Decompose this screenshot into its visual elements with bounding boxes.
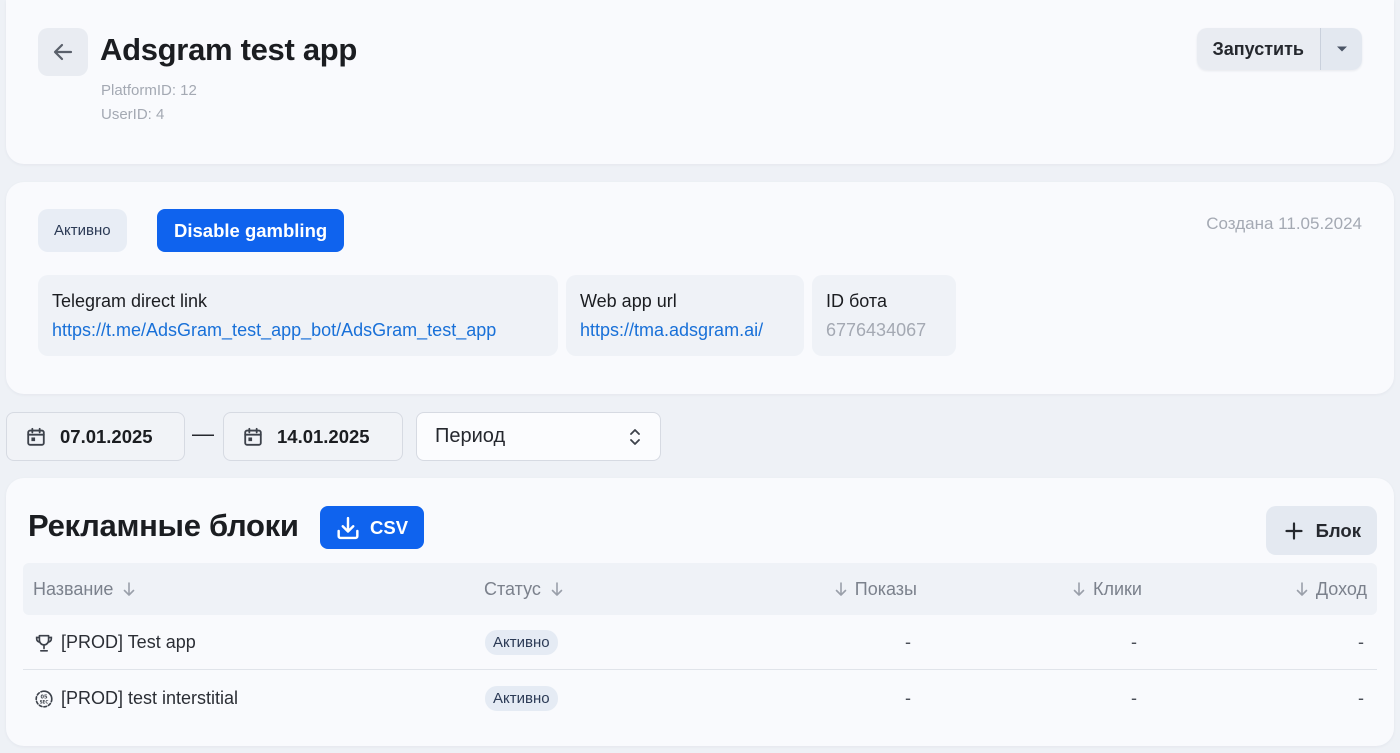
section-title: Рекламные блоки — [28, 508, 299, 543]
status-badge: Активно — [485, 630, 558, 655]
webapp-url-box: Web app url https://tma.adsgram.ai/ — [566, 275, 804, 356]
column-header-shows[interactable]: Показы — [831, 563, 917, 615]
row-shows: - — [905, 632, 911, 652]
bot-id-label: ID бота — [826, 291, 887, 311]
row-name[interactable]: [PROD] test interstitial — [61, 688, 238, 709]
status-badge: Активно — [38, 209, 127, 252]
launch-dropdown-button[interactable] — [1320, 28, 1362, 70]
row-status-cell: Активно — [485, 671, 558, 726]
row-income: - — [1358, 632, 1364, 652]
caret-down-icon — [1336, 46, 1347, 52]
column-header-income[interactable]: Доход — [1292, 563, 1367, 615]
table-header: Название Статус Показы Клики Доход — [23, 563, 1377, 615]
launch-button-group: Запустить — [1196, 28, 1362, 70]
arrow-left-icon — [53, 43, 73, 61]
row-shows: - — [905, 688, 911, 708]
date-from-picker[interactable]: 07.01.2025 — [6, 412, 185, 461]
info-card: Активно Disable gambling Создана 11.05.2… — [6, 182, 1394, 394]
column-header-shows-label: Показы — [854, 578, 917, 599]
header-card: Adsgram test app PlatformID: 12 UserID: … — [6, 0, 1394, 164]
row-income: - — [1358, 688, 1364, 708]
column-header-status-label: Статус — [484, 578, 541, 599]
add-block-label: Блок — [1315, 519, 1361, 541]
calendar-icon — [27, 427, 45, 446]
date-to-picker[interactable]: 14.01.2025 — [223, 412, 403, 461]
timer-5s-icon: 05 SEC — [35, 689, 53, 708]
date-to-value: 14.01.2025 — [277, 425, 370, 447]
back-button[interactable] — [38, 28, 88, 76]
add-block-button[interactable]: Блок — [1265, 506, 1377, 555]
telegram-link-box: Telegram direct link https://t.me/AdsGra… — [38, 275, 558, 356]
page-title: Adsgram test app — [100, 32, 358, 67]
row-name-cell: 05 SEC [PROD] test interstitial — [33, 671, 238, 726]
table-row[interactable]: [PROD] Test app Активно - - - — [23, 615, 1377, 670]
telegram-link[interactable]: https://t.me/AdsGram_test_app_bot/AdsGra… — [52, 320, 544, 341]
calendar-icon — [244, 427, 262, 446]
launch-button[interactable]: Запустить — [1196, 28, 1320, 70]
sort-arrow-down-icon — [124, 582, 135, 596]
sort-arrow-down-icon — [1296, 582, 1308, 596]
column-header-clicks[interactable]: Клики — [1069, 563, 1142, 615]
row-status-cell: Активно — [485, 615, 558, 670]
user-id: UserID: 4 — [101, 106, 165, 123]
status-badge: Активно — [485, 686, 558, 711]
trophy-icon — [35, 634, 53, 652]
column-header-name-label: Название — [33, 578, 114, 599]
column-header-name[interactable]: Название — [33, 563, 139, 615]
ad-blocks-card: Рекламные блоки CSV Блок Название Статус — [6, 478, 1394, 746]
svg-text:SEC: SEC — [40, 699, 49, 704]
date-from-value: 07.01.2025 — [60, 425, 153, 447]
column-header-clicks-label: Клики — [1093, 578, 1142, 599]
webapp-url-label: Web app url — [580, 291, 677, 311]
disable-gambling-button[interactable]: Disable gambling — [157, 209, 345, 252]
webapp-url-link[interactable]: https://tma.adsgram.ai/ — [580, 320, 790, 341]
period-select-value: Период — [435, 425, 506, 447]
platform-id: PlatformID: 12 — [101, 82, 197, 99]
row-clicks: - — [1131, 632, 1137, 652]
csv-label: CSV — [370, 516, 409, 538]
column-header-status[interactable]: Статус — [484, 563, 567, 615]
date-range-separator: — — [192, 421, 214, 446]
plus-icon — [1285, 521, 1303, 540]
row-name[interactable]: [PROD] Test app — [61, 632, 196, 653]
row-clicks: - — [1131, 688, 1137, 708]
bot-id-box: ID бота 6776434067 — [812, 275, 956, 356]
column-header-income-label: Доход — [1315, 578, 1367, 599]
sort-arrow-down-icon — [1073, 582, 1085, 596]
download-icon — [337, 516, 359, 539]
chevron-up-down-icon — [630, 428, 640, 445]
sort-arrow-down-icon — [835, 582, 847, 596]
period-select[interactable]: Период — [416, 412, 661, 461]
csv-download-button[interactable]: CSV — [320, 506, 425, 549]
bot-id-value: 6776434067 — [826, 320, 927, 340]
telegram-link-label: Telegram direct link — [52, 291, 208, 311]
created-date: Создана 11.05.2024 — [1206, 214, 1362, 233]
table-row[interactable]: 05 SEC [PROD] test interstitial Активно … — [23, 671, 1377, 726]
sort-arrow-down-icon — [551, 582, 563, 596]
row-name-cell: [PROD] Test app — [33, 615, 196, 670]
